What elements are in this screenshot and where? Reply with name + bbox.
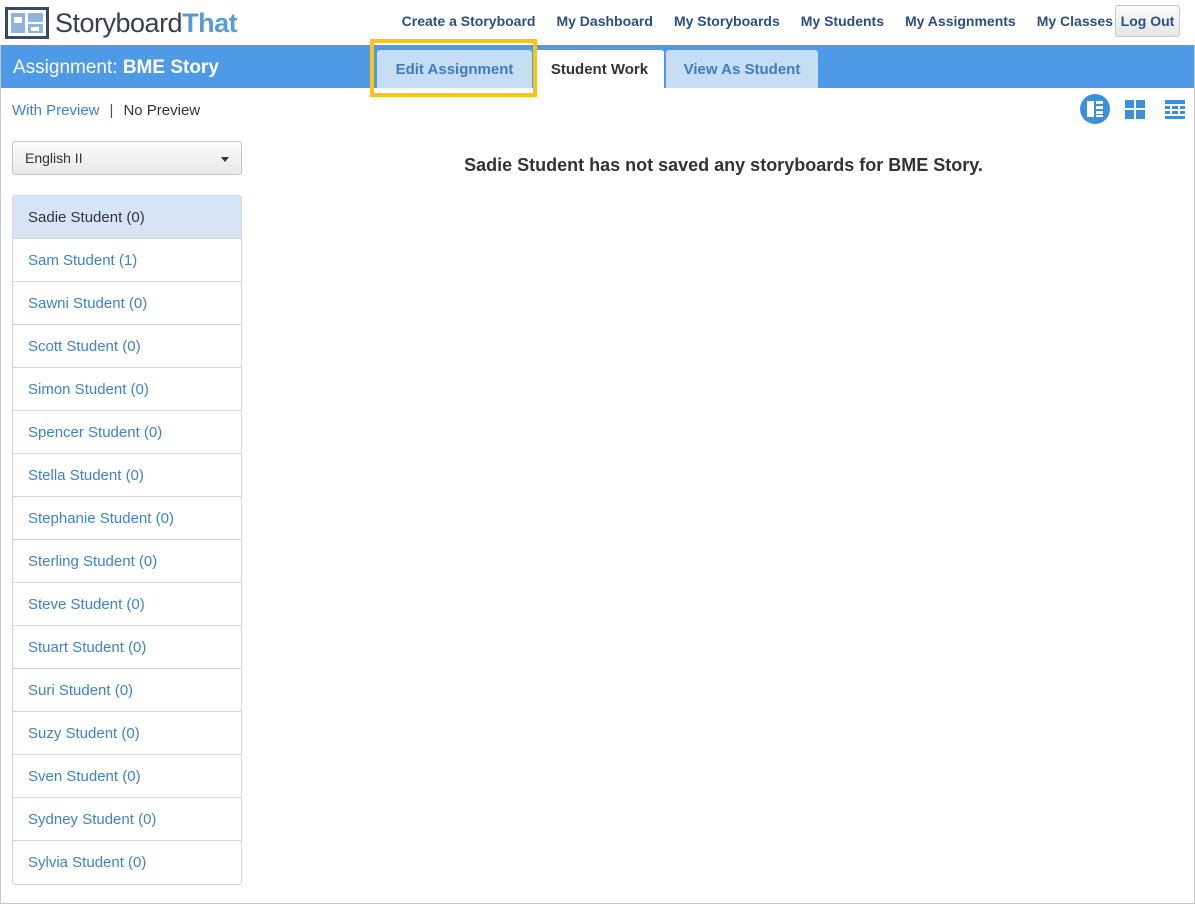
grid-view-icon[interactable] bbox=[1125, 100, 1145, 124]
logo-text-that: That bbox=[182, 8, 238, 38]
student-item[interactable]: Steve Student (0) bbox=[13, 583, 241, 626]
nav-my-storyboards[interactable]: My Storyboards bbox=[674, 12, 780, 30]
logout-button[interactable]: Log Out bbox=[1115, 5, 1180, 37]
nav-my-classes[interactable]: My Classes bbox=[1037, 12, 1113, 30]
logo-text-storyboard: Storyboard bbox=[55, 8, 183, 38]
nav-my-dashboard[interactable]: My Dashboard bbox=[556, 12, 652, 30]
storyboard-logo-icon bbox=[5, 7, 49, 39]
preview-toggle: With Preview | No Preview bbox=[12, 102, 200, 120]
edit-assignment-highlight-box bbox=[370, 39, 537, 97]
nav-my-students[interactable]: My Students bbox=[801, 12, 884, 30]
rows-view-icon[interactable] bbox=[1165, 100, 1185, 124]
main-nav: Create a Storyboard My Dashboard My Stor… bbox=[381, 12, 1113, 30]
preview-separator: | bbox=[109, 102, 114, 119]
student-item[interactable]: Suzy Student (0) bbox=[13, 712, 241, 755]
assignment-header: Assignment: BME Story Edit Assignment St… bbox=[1, 45, 1194, 88]
tab-student-work[interactable]: Student Work bbox=[535, 50, 664, 88]
student-item[interactable]: Sven Student (0) bbox=[13, 755, 241, 798]
assignment-title-prefix: Assignment: bbox=[13, 57, 123, 78]
with-preview-link[interactable]: With Preview bbox=[12, 102, 100, 119]
nav-create-storyboard[interactable]: Create a Storyboard bbox=[402, 12, 536, 30]
student-item[interactable]: Sydney Student (0) bbox=[13, 798, 241, 841]
logo-wordmark: StoryboardThat bbox=[55, 7, 238, 39]
student-item[interactable]: Simon Student (0) bbox=[13, 368, 241, 411]
chevron-down-icon bbox=[221, 157, 229, 162]
list-view-icon[interactable] bbox=[1080, 94, 1110, 124]
no-preview-option[interactable]: No Preview bbox=[123, 102, 200, 119]
nav-my-assignments[interactable]: My Assignments bbox=[905, 12, 1016, 30]
assignment-title: Assignment: BME Story bbox=[13, 57, 219, 79]
student-item[interactable]: Suri Student (0) bbox=[13, 669, 241, 712]
student-item[interactable]: Stephanie Student (0) bbox=[13, 497, 241, 540]
student-list: Sadie Student (0) Sam Student (1) Sawni … bbox=[12, 195, 242, 885]
student-item[interactable]: Stuart Student (0) bbox=[13, 626, 241, 669]
student-item[interactable]: Sawni Student (0) bbox=[13, 282, 241, 325]
student-item[interactable]: Sam Student (1) bbox=[13, 239, 241, 282]
class-select-value: English II bbox=[25, 150, 83, 166]
student-item[interactable]: Stella Student (0) bbox=[13, 454, 241, 497]
student-item[interactable]: Sylvia Student (0) bbox=[13, 841, 241, 884]
tab-view-as-student[interactable]: View As Student bbox=[666, 50, 818, 88]
student-item[interactable]: Sterling Student (0) bbox=[13, 540, 241, 583]
top-navigation-bar: StoryboardThat Create a Storyboard My Da… bbox=[0, 0, 1195, 45]
student-item[interactable]: Scott Student (0) bbox=[13, 325, 241, 368]
class-select[interactable]: English II bbox=[12, 141, 242, 175]
assignment-name: BME Story bbox=[122, 57, 219, 78]
storyboardthat-logo[interactable]: StoryboardThat bbox=[5, 6, 238, 40]
empty-state-message: Sadie Student has not saved any storyboa… bbox=[464, 155, 983, 175]
student-item[interactable]: Spencer Student (0) bbox=[13, 411, 241, 454]
student-item[interactable]: Sadie Student (0) bbox=[13, 196, 241, 239]
